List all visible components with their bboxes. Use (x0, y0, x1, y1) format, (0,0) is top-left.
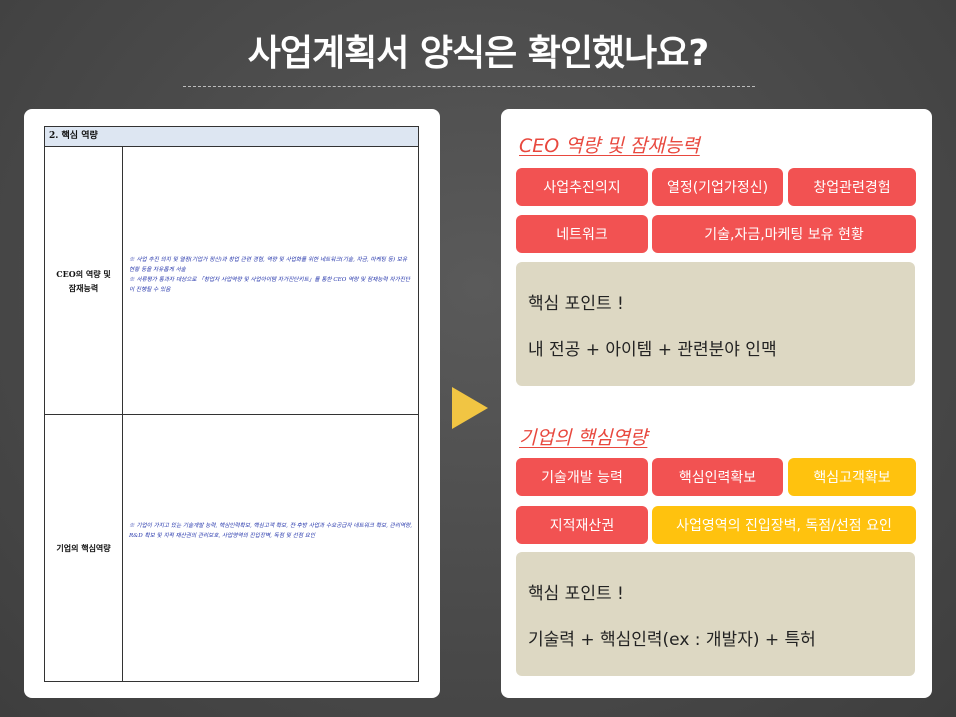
form-row-label: 기업의 핵심역량 (45, 415, 123, 681)
guide-note: ※ 서류평가 통과자 대상으로 「창업자 사업역량 및 사업아이템 자가진단키트… (129, 277, 411, 293)
guide-note: ※ 사업 추진 의지 및 열정(기업가 정신)과 창업 관련 경험, 역량 및 … (129, 257, 408, 273)
key-point-title: 핵심 포인트 ! (528, 584, 624, 604)
chip-ceo-1: 사업추진의지 (516, 168, 648, 206)
page-title: 사업계획서 양식은 확인했나요? (247, 33, 710, 74)
arrow-right-icon (452, 387, 488, 429)
chip-ceo-2: 열정(기업가정신) (652, 168, 783, 206)
form-row-label: CEO의 역량 및 잠재능력 (45, 147, 123, 414)
core-competency-form: 2. 핵심 역량 CEO의 역량 및 잠재능력 ※ 사업 추진 의지 및 열정(… (44, 126, 419, 682)
guide-note: ※ 기업이 가지고 있는 기술개발 능력, 핵심인력확보, 핵심고객 확보, 전… (129, 523, 413, 539)
chip-company-4: 지적재산권 (516, 506, 648, 544)
form-row-content[interactable]: ※ 사업 추진 의지 및 열정(기업가 정신)과 창업 관련 경험, 역량 및 … (129, 255, 414, 295)
form-row-company: 기업의 핵심역량 ※ 기업이 가지고 있는 기술개발 능력, 핵심인력확보, 핵… (45, 415, 418, 681)
chip-ceo-4: 네트워크 (516, 215, 648, 253)
summary-panel: CEO 역량 및 잠재능력 사업추진의지 열정(기업가정신) 창업관련경험 네트… (501, 109, 932, 698)
chip-company-1: 기술개발 능력 (516, 458, 648, 496)
chip-company-5: 사업영역의 진입장벽, 독점/선점 요인 (652, 506, 916, 544)
key-point-box-ceo: 핵심 포인트 ! 내 전공 + 아이템 + 관련분야 인맥 (516, 262, 915, 386)
label-line: 잠재능력 (68, 282, 99, 293)
form-row-ceo: CEO의 역량 및 잠재능력 ※ 사업 추진 의지 및 열정(기업가 정신)과 … (45, 147, 418, 415)
form-panel: 2. 핵심 역량 CEO의 역량 및 잠재능력 ※ 사업 추진 의지 및 열정(… (24, 109, 440, 698)
label-line: 기업의 핵심역량 (56, 543, 111, 553)
section-title-ceo: CEO 역량 및 잠재능력 (519, 135, 700, 157)
key-point-box-company: 핵심 포인트 ! 기술력 + 핵심인력(ex : 개발자) + 특허 (516, 552, 915, 676)
chip-company-2: 핵심인력확보 (652, 458, 783, 496)
key-point-text: 기술력 + 핵심인력(ex : 개발자) + 특허 (528, 630, 816, 650)
chip-company-3: 핵심고객확보 (788, 458, 916, 496)
chip-ceo-5: 기술,자금,마케팅 보유 현황 (652, 215, 916, 253)
form-row-content[interactable]: ※ 기업이 가지고 있는 기술개발 능력, 핵심인력확보, 핵심고객 확보, 전… (129, 521, 414, 541)
form-header: 2. 핵심 역량 (45, 127, 418, 147)
label-line: CEO의 역량 및 (56, 268, 111, 279)
title-divider (183, 86, 755, 87)
section-title-company: 기업의 핵심역량 (519, 427, 648, 449)
key-point-text: 내 전공 + 아이템 + 관련분야 인맥 (528, 340, 777, 360)
key-point-title: 핵심 포인트 ! (528, 294, 624, 314)
chip-ceo-3: 창업관련경험 (788, 168, 916, 206)
